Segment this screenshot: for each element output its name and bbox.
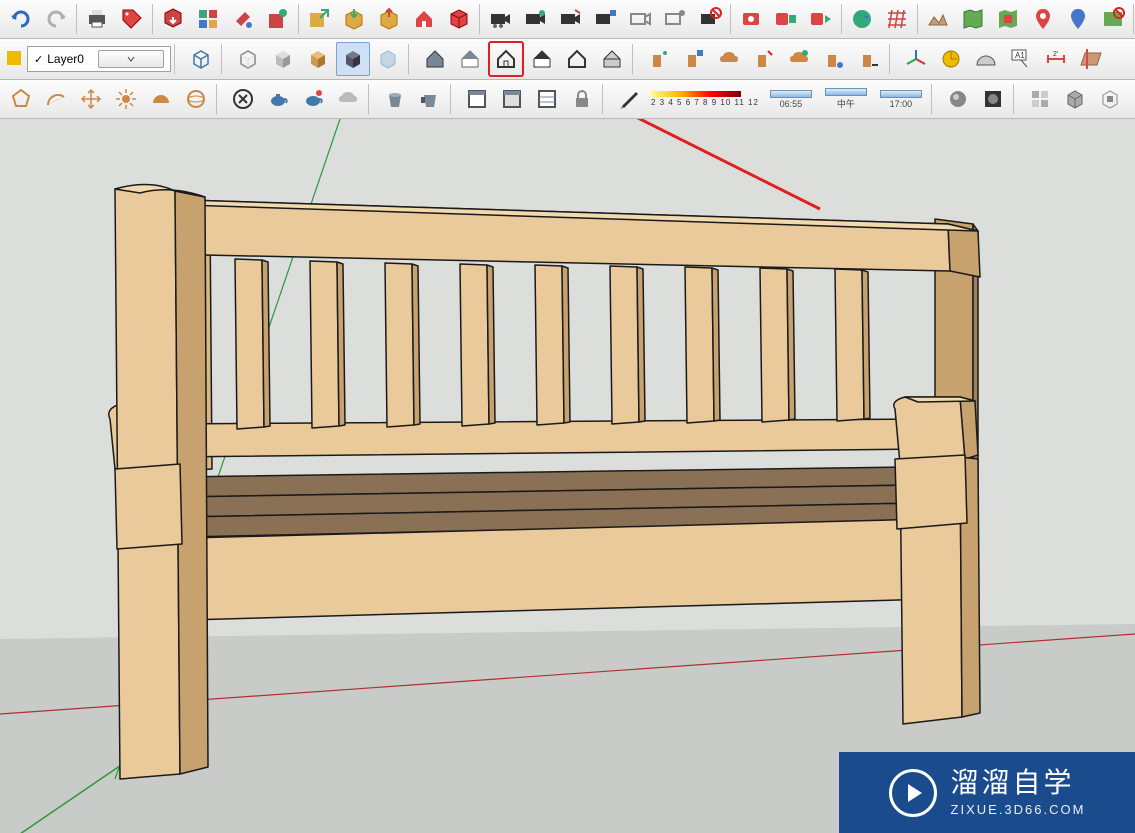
watermark-url: ZIXUE.3D66.COM [951, 802, 1086, 817]
no-camera-button[interactable] [693, 2, 727, 36]
spray-3-button[interactable] [747, 42, 781, 76]
dynhouse-5-button[interactable] [560, 42, 594, 76]
sun-button[interactable] [109, 82, 143, 116]
polygon-button[interactable] [4, 82, 38, 116]
sandbox-2-button[interactable] [976, 82, 1010, 116]
record-3-button[interactable] [804, 2, 838, 36]
viewport-3d[interactable]: 溜溜自学 ZIXUE.3D66.COM [0, 119, 1135, 833]
undo-button[interactable] [4, 2, 38, 36]
spray-2-button[interactable] [677, 42, 711, 76]
component-red-button[interactable] [442, 2, 476, 36]
svg-text:A1: A1 [1015, 51, 1025, 60]
section-plane-button[interactable] [1074, 42, 1108, 76]
placemark-button[interactable] [1026, 2, 1060, 36]
chevron-down-icon [98, 50, 164, 68]
components-button[interactable] [191, 2, 225, 36]
map-button[interactable] [956, 2, 990, 36]
arc-button[interactable] [39, 82, 73, 116]
cloud-2-button[interactable] [782, 42, 816, 76]
watermark: 溜溜自学 ZIXUE.3D66.COM [839, 752, 1135, 833]
sandbox-1-button[interactable] [941, 82, 975, 116]
camera-3-button[interactable] [553, 2, 587, 36]
pan-button[interactable] [74, 82, 108, 116]
sandbox-5-button[interactable] [1093, 82, 1127, 116]
vray-teapot-button[interactable] [261, 82, 295, 116]
layer-current-label: Layer0 [34, 52, 98, 66]
spectrum-labels: 2 3 4 5 6 7 8 9 10 11 12 [651, 98, 759, 107]
geo-model-button[interactable] [991, 2, 1025, 36]
style-wireframe-button[interactable] [184, 42, 218, 76]
record-1-button[interactable] [734, 2, 768, 36]
dynhouse-6-button[interactable] [595, 42, 629, 76]
cup-2-button[interactable] [413, 82, 447, 116]
sandbox-4-button[interactable] [1058, 82, 1092, 116]
camera-6-button[interactable] [658, 2, 692, 36]
time-3[interactable]: 17:00 [874, 90, 928, 109]
terrain-button[interactable] [921, 2, 955, 36]
layer-color-button[interactable] [4, 42, 26, 76]
spray-4-button[interactable] [817, 42, 851, 76]
dynhouse-1-button[interactable] [418, 42, 452, 76]
earth-button[interactable] [845, 2, 879, 36]
export-button[interactable] [302, 2, 336, 36]
protractor-button[interactable] [969, 42, 1003, 76]
vray-cloud-button[interactable] [331, 82, 365, 116]
time-2[interactable]: 中午 [819, 88, 873, 110]
spray-5-button[interactable] [852, 42, 886, 76]
style-xray-button[interactable] [371, 42, 405, 76]
sphere-button[interactable] [179, 82, 213, 116]
toolbar-row-1 [0, 0, 1135, 39]
no-map-button[interactable] [1096, 2, 1130, 36]
dynhouse-2-button[interactable] [453, 42, 487, 76]
camera-4-button[interactable] [588, 2, 622, 36]
style-shaded-button[interactable] [266, 42, 300, 76]
print-button[interactable] [80, 2, 114, 36]
vray-1-button[interactable] [226, 82, 260, 116]
cup-1-button[interactable] [378, 82, 412, 116]
style-hidden-button[interactable] [231, 42, 265, 76]
home-red-button[interactable] [407, 2, 441, 36]
spray-1-button[interactable] [642, 42, 676, 76]
dimension-button[interactable]: 2' [1039, 42, 1073, 76]
cloud-1-button[interactable] [712, 42, 746, 76]
box-in-button[interactable] [372, 2, 406, 36]
camera-2-button[interactable] [518, 2, 552, 36]
window-3-button[interactable] [530, 82, 564, 116]
camera-1-button[interactable] [483, 2, 517, 36]
toolbar-row-3: 2 3 4 5 6 7 8 9 10 11 12 06:55 中午 17:00 [0, 80, 1135, 119]
box-out-button[interactable] [337, 2, 371, 36]
text-tool-button[interactable]: A1 [1004, 42, 1038, 76]
brush-button[interactable] [612, 82, 646, 116]
style-texture-button[interactable] [301, 42, 335, 76]
spectrum-display: 2 3 4 5 6 7 8 9 10 11 12 [647, 91, 763, 107]
paint-button[interactable] [226, 2, 260, 36]
layer-select[interactable]: Layer0 [27, 46, 171, 72]
download-model-button[interactable] [156, 2, 190, 36]
redo-button[interactable] [39, 2, 73, 36]
half-dome-button[interactable] [144, 82, 178, 116]
svg-text:2': 2' [1053, 51, 1058, 58]
time-1[interactable]: 06:55 [764, 90, 818, 109]
extension-button[interactable] [261, 2, 295, 36]
dynhouse-3-highlighted-button[interactable] [488, 41, 524, 77]
dynhouse-4-button[interactable] [525, 42, 559, 76]
window-1-button[interactable] [460, 82, 494, 116]
marker-button[interactable] [1061, 2, 1095, 36]
vray-teapot-rt-button[interactable] [296, 82, 330, 116]
style-mono-button[interactable] [336, 42, 370, 76]
grid-button[interactable] [880, 2, 914, 36]
tape-measure-button[interactable] [934, 42, 968, 76]
play-icon [889, 769, 937, 817]
lock-button[interactable] [565, 82, 599, 116]
record-2-button[interactable] [769, 2, 803, 36]
sandbox-3-button[interactable] [1023, 82, 1057, 116]
camera-5-button[interactable] [623, 2, 657, 36]
toolbar-row-2: Layer0 A1 2' [0, 39, 1135, 80]
tag-button[interactable] [115, 2, 149, 36]
axes-tool-button[interactable] [899, 42, 933, 76]
watermark-title: 溜溜自学 [951, 769, 1075, 797]
window-2-button[interactable] [495, 82, 529, 116]
